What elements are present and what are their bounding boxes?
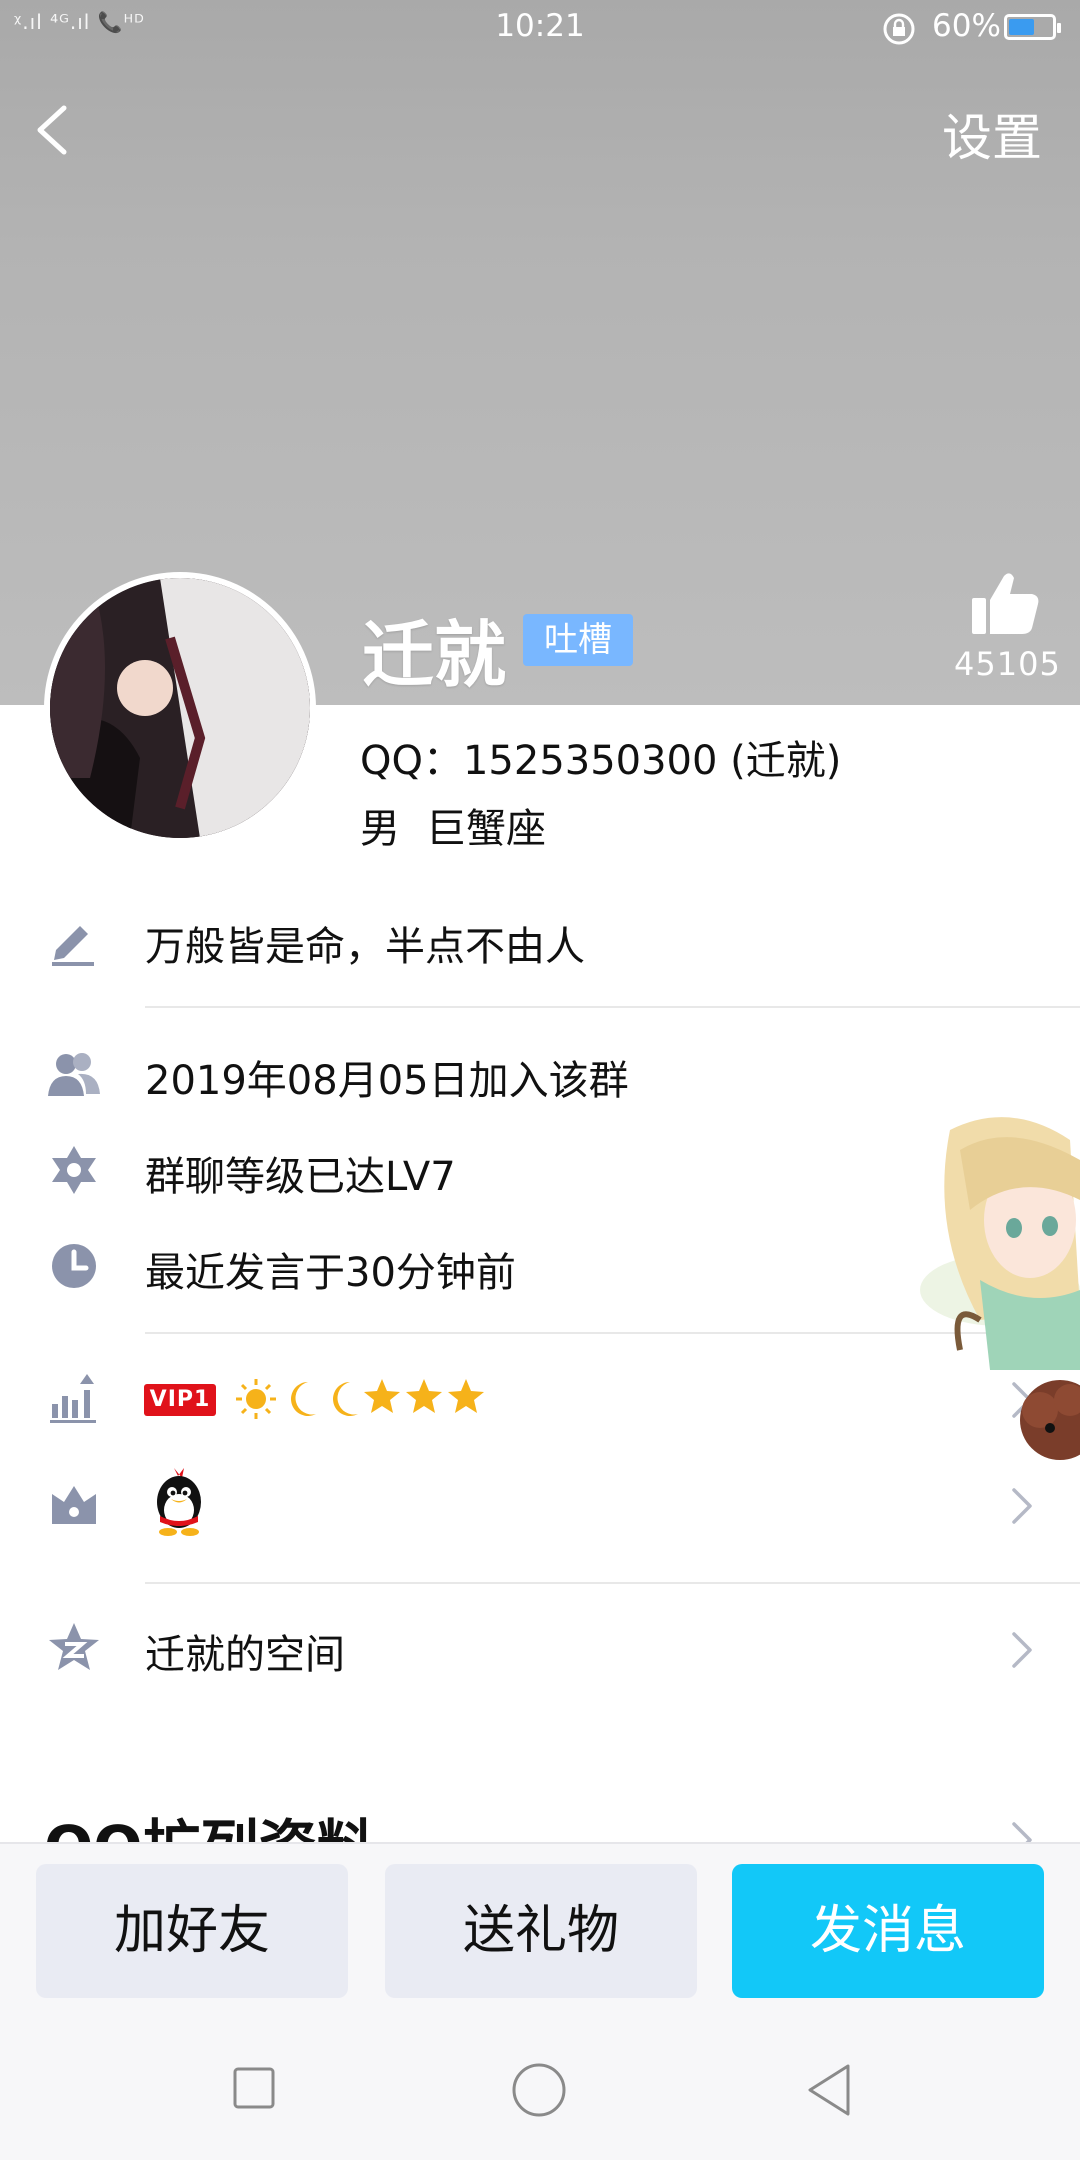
level-up-chart-icon xyxy=(50,1374,96,1423)
join-date: 2019年08月05日加入该群 xyxy=(145,1058,629,1104)
recent-apps-icon[interactable] xyxy=(232,2066,276,2110)
qq-number: QQ：1525350300 (迁就) xyxy=(360,738,842,784)
level-star-icon xyxy=(52,1146,96,1194)
group-level: 群聊等级已达LV7 xyxy=(145,1154,456,1200)
star-icon xyxy=(364,1379,400,1413)
zodiac: 巨蟹座 xyxy=(426,806,546,852)
avatar[interactable] xyxy=(44,572,316,844)
qq-penguin-icon[interactable] xyxy=(148,1466,210,1536)
last-active: 最近发言于30分钟前 xyxy=(145,1250,516,1296)
vip-badge[interactable]: VIP1 xyxy=(144,1384,216,1416)
tag-badge[interactable]: 吐槽 xyxy=(523,614,633,666)
rotation-lock-icon xyxy=(883,13,915,45)
clock-icon xyxy=(52,1244,96,1288)
pencil-icon xyxy=(52,926,94,966)
thumbs-up-icon[interactable] xyxy=(970,570,1040,636)
back-button[interactable] xyxy=(28,98,76,162)
battery-fill xyxy=(1009,19,1034,35)
group-members-icon xyxy=(48,1053,100,1096)
qzone-link[interactable]: 迁就的空间 xyxy=(145,1622,345,1680)
sun-icon xyxy=(236,1379,276,1419)
status-bar: ᵡ.ıl ⁴ᴳ.ıl 📞ᴴᴰ 10:21 60% xyxy=(0,0,1080,56)
home-icon[interactable] xyxy=(511,2062,567,2118)
divider xyxy=(145,1582,1080,1584)
settings-button[interactable]: 设置 xyxy=(942,98,1042,170)
moon-icon xyxy=(291,1382,316,1416)
moon-icon xyxy=(333,1382,358,1416)
star-icon xyxy=(406,1379,442,1413)
system-back-icon[interactable] xyxy=(804,2062,854,2118)
send-message-button[interactable]: 发消息 xyxy=(732,1864,1044,1998)
qq-level-icons[interactable] xyxy=(236,1376,488,1422)
crown-icon xyxy=(52,1486,96,1524)
battery-percent: 60% xyxy=(932,8,1001,44)
like-count: 45105 xyxy=(954,645,1061,683)
gender: 男 xyxy=(360,806,400,852)
battery-icon xyxy=(1004,14,1061,40)
chevron-right-icon[interactable] xyxy=(1010,1630,1036,1670)
signature-text[interactable]: 万般皆是命，半点不由人 xyxy=(145,914,585,972)
status-time: 10:21 xyxy=(495,8,585,44)
nickname: 迁就 xyxy=(362,613,507,697)
chevron-right-icon[interactable] xyxy=(1010,1486,1036,1526)
add-friend-button[interactable]: 加好友 xyxy=(36,1864,348,1998)
qzone-star-icon xyxy=(49,1623,99,1670)
divider xyxy=(145,1006,1080,1008)
send-gift-button[interactable]: 送礼物 xyxy=(385,1864,697,1998)
star-icon xyxy=(448,1379,484,1413)
avatar-image xyxy=(50,578,310,838)
gender-zodiac: 男巨蟹座 xyxy=(360,796,546,854)
profile-pendant-character xyxy=(920,1117,1080,1460)
